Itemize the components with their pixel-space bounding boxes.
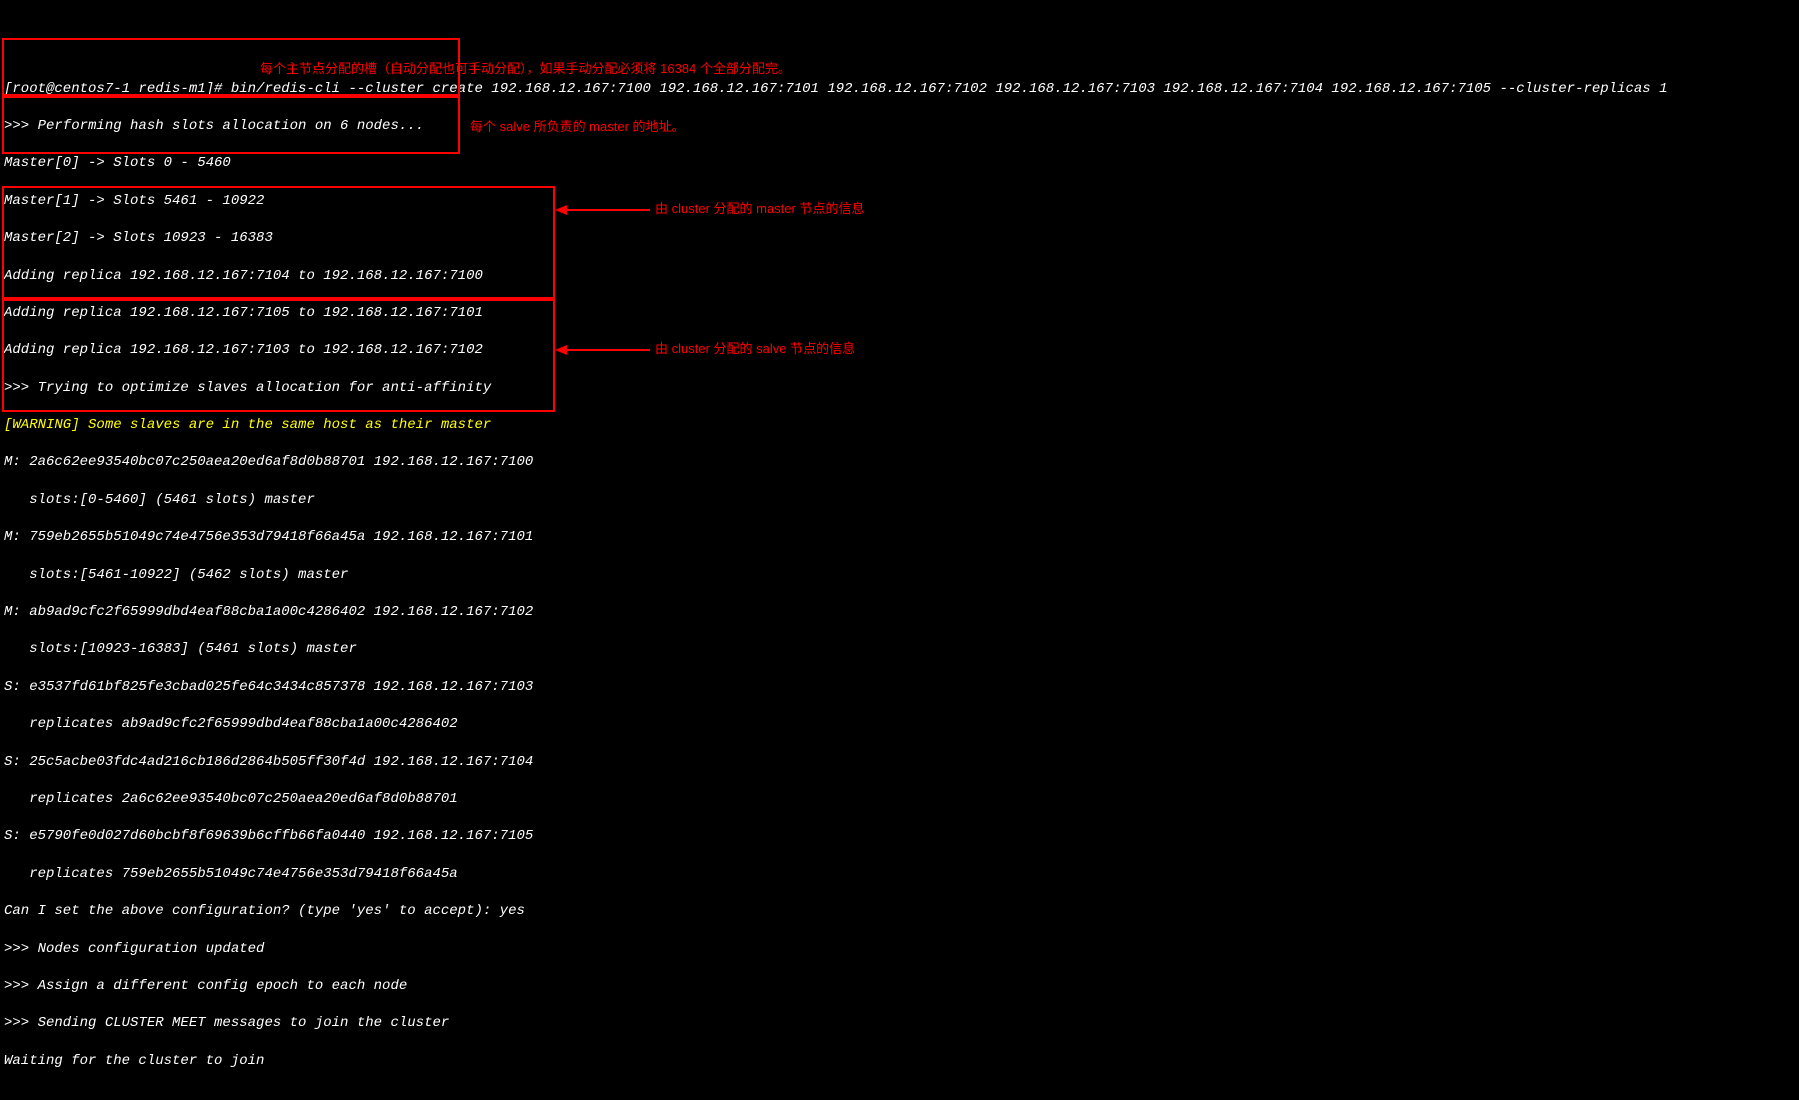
prompt: [root@centos7-1 redis-m1]#: [4, 81, 231, 97]
slave-line: replicates 759eb2655b51049c74e4756e353d7…: [4, 865, 1795, 884]
annotation-replicas: 每个 salve 所负责的 master 的地址。: [470, 118, 685, 136]
slave-line: S: 25c5acbe03fdc4ad216cb186d2864b505ff30…: [4, 753, 1795, 772]
annotation-master-info: 由 cluster 分配的 master 节点的信息: [655, 200, 864, 218]
slave-line: replicates 2a6c62ee93540bc07c250aea20ed6…: [4, 790, 1795, 809]
footer-line: Can I set the above configuration? (type…: [4, 902, 1795, 921]
prompt-line: [root@centos7-1 redis-m1]# bin/redis-cli…: [4, 80, 1795, 99]
output-line: >>> Trying to optimize slaves allocation…: [4, 379, 1795, 398]
output-line: Master[0] -> Slots 0 - 5460: [4, 154, 1795, 173]
master-line: M: 759eb2655b51049c74e4756e353d79418f66a…: [4, 528, 1795, 547]
output-line: Master[1] -> Slots 5461 - 10922: [4, 192, 1795, 211]
output-line: Adding replica 192.168.12.167:7104 to 19…: [4, 267, 1795, 286]
footer-line: >>> Sending CLUSTER MEET messages to joi…: [4, 1014, 1795, 1033]
command: bin/redis-cli --cluster create 192.168.1…: [231, 81, 1668, 97]
footer-line: >>> Assign a different config epoch to e…: [4, 977, 1795, 996]
output-line: Master[2] -> Slots 10923 - 16383: [4, 229, 1795, 248]
output-line: >>> Performing hash slots allocation on …: [4, 117, 1795, 136]
warning-line: [WARNING] Some slaves are in the same ho…: [4, 416, 1795, 435]
slave-line: replicates ab9ad9cfc2f65999dbd4eaf88cba1…: [4, 715, 1795, 734]
master-line: M: 2a6c62ee93540bc07c250aea20ed6af8d0b88…: [4, 453, 1795, 472]
master-line: slots:[5461-10922] (5462 slots) master: [4, 566, 1795, 585]
footer-line: >>> Nodes configuration updated: [4, 940, 1795, 959]
slave-line: S: e3537fd61bf825fe3cbad025fe64c3434c857…: [4, 678, 1795, 697]
annotation-slots: 每个主节点分配的槽（自动分配也可手动分配），如果手动分配必须将 16384 个全…: [260, 60, 791, 78]
annotation-slave-info: 由 cluster 分配的 salve 节点的信息: [655, 340, 855, 358]
slave-line: S: e5790fe0d027d60bcbf8f69639b6cffb66fa0…: [4, 827, 1795, 846]
footer-line: Waiting for the cluster to join: [4, 1052, 1795, 1071]
master-line: M: ab9ad9cfc2f65999dbd4eaf88cba1a00c4286…: [4, 603, 1795, 622]
output-line: Adding replica 192.168.12.167:7105 to 19…: [4, 304, 1795, 323]
master-line: slots:[10923-16383] (5461 slots) master: [4, 640, 1795, 659]
master-line: slots:[0-5460] (5461 slots) master: [4, 491, 1795, 510]
output-line: Adding replica 192.168.12.167:7103 to 19…: [4, 341, 1795, 360]
